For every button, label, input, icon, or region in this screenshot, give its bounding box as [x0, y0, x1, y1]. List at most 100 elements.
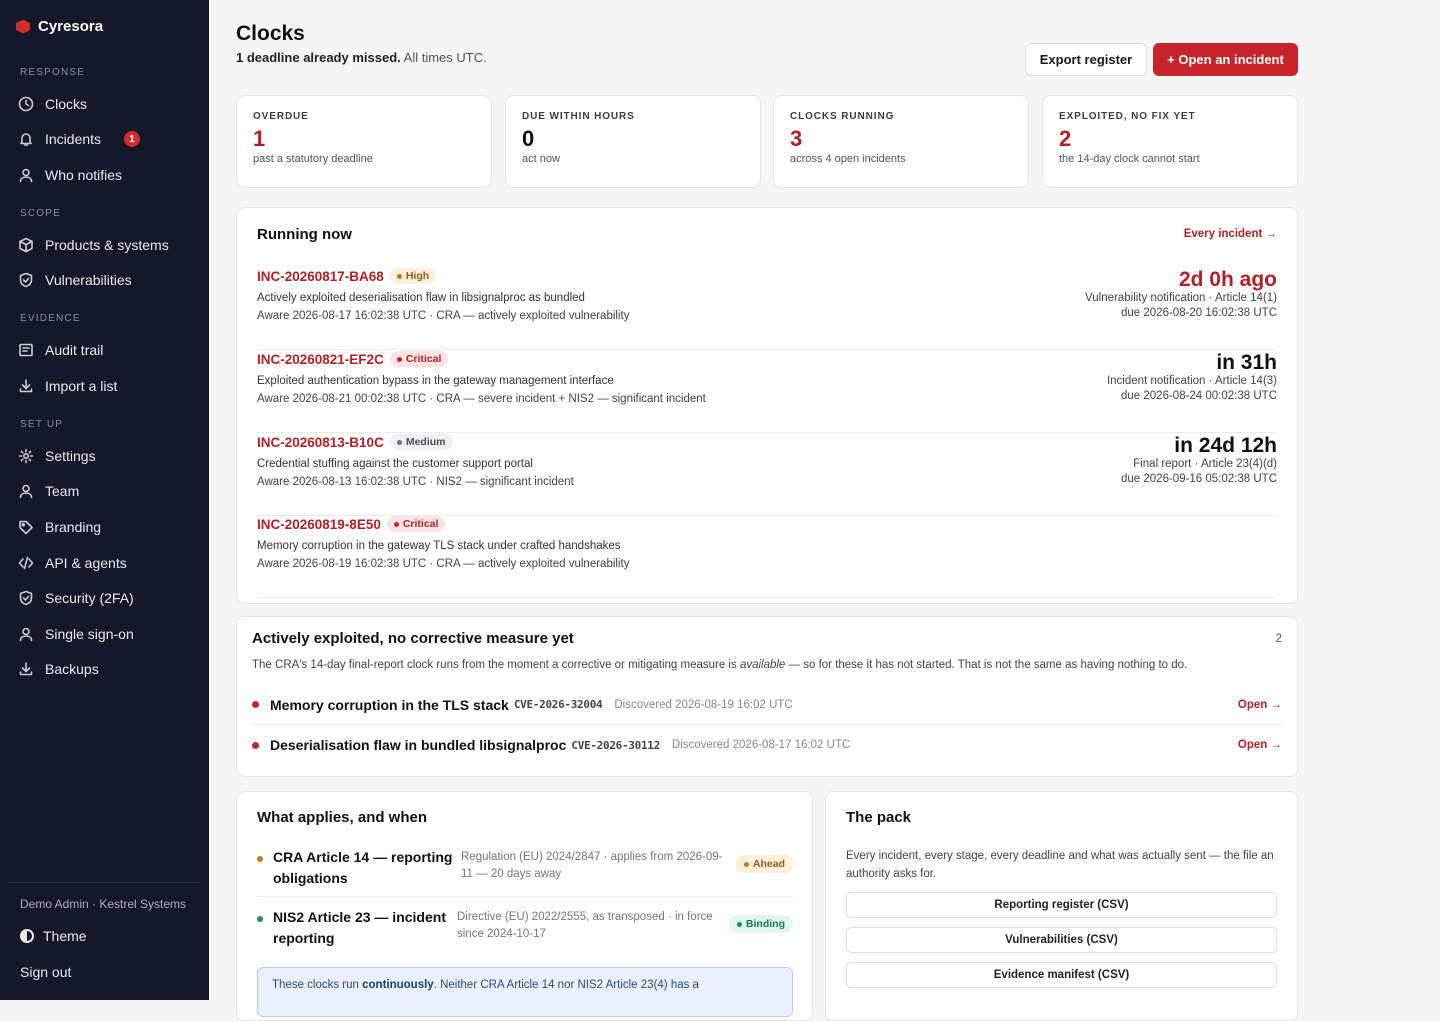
sidebar-item-security[interactable]: Security (2FA)	[18, 587, 134, 609]
shield-icon	[19, 272, 33, 288]
sidebar-item-label: Team	[45, 483, 80, 499]
regulation-row[interactable]: NIS2 Article 23 — incident reporting Dir…	[257, 907, 793, 957]
every-incident-link[interactable]: Every incident →	[1184, 228, 1277, 240]
incident-meta: Aware 2026-08-13 16:02:38 UTC · NIS2 — s…	[257, 476, 574, 488]
continuous-clocks-info: These clocks run continuously. Neither C…	[257, 967, 793, 1017]
sidebar-item-vulnerabilities[interactable]: Vulnerabilities	[18, 269, 132, 291]
sidebar-item-incidents[interactable]: Incidents 1	[18, 128, 141, 150]
severity-label: Medium	[405, 436, 446, 448]
sidebar-item-sso[interactable]: Single sign-on	[18, 623, 134, 645]
sidebar-item-label: Audit trail	[45, 342, 104, 358]
incident-description: Actively exploited deserialisation flaw …	[257, 292, 585, 304]
sidebar-item-audit-trail[interactable]: Audit trail	[18, 339, 103, 361]
sidebar-item-api[interactable]: API & agents	[18, 552, 127, 574]
sidebar-item-label: Branding	[45, 519, 102, 535]
sidebar-item-products[interactable]: Products & systems	[18, 234, 169, 256]
regulation-row[interactable]: CRA Article 14 — reporting obligations R…	[257, 847, 793, 897]
sidebar-item-label: Clocks	[45, 96, 88, 112]
sidebar-item-who-notifies[interactable]: Who notifies	[18, 164, 122, 186]
deadline-kind: Vulnerability notification · Article 14(…	[1085, 292, 1277, 304]
incident-row[interactable]: INC-20260821-EF2C Critical Exploited aut…	[257, 351, 1277, 433]
incidents-count-badge: 1	[124, 131, 141, 147]
incident-id-link[interactable]: INC-20260819-8E50	[257, 517, 381, 532]
person-icon	[19, 484, 33, 499]
open-link[interactable]: Open →	[1238, 739, 1282, 751]
sidebar-item-label: Single sign-on	[45, 626, 134, 642]
sign-out-link[interactable]: Sign out	[20, 964, 71, 980]
status-dot-icon	[252, 741, 259, 749]
theme-label: Theme	[43, 928, 87, 944]
note-text: — so for these it has not started. That …	[785, 659, 1188, 671]
exploited-item[interactable]: Memory corruption in the TLS stack CVE-2…	[252, 685, 1282, 725]
pack-title: The pack	[846, 809, 912, 826]
exploited-item[interactable]: Deserialisation flaw in bundled libsigna…	[252, 725, 1282, 765]
sidebar-item-settings[interactable]: Settings	[18, 445, 96, 467]
deadline-due: due 2026-08-20 16:02:38 UTC	[1121, 307, 1277, 319]
incident-id-link[interactable]: INC-20260813-B10C	[257, 435, 384, 450]
applies-panel: What applies, and when CRA Article 14 — …	[236, 791, 813, 1021]
open-link[interactable]: Open →	[1238, 699, 1282, 711]
severity-badge: Medium	[389, 434, 453, 450]
incident-meta: Aware 2026-08-17 16:02:38 UTC · CRA — ac…	[257, 310, 630, 322]
sidebar-item-backups[interactable]: Backups	[18, 658, 99, 680]
sidebar-item-import[interactable]: Import a list	[18, 375, 117, 397]
severity-badge: Critical	[389, 351, 449, 367]
sidebar-item-label: Security (2FA)	[45, 590, 134, 606]
incident-meta: Aware 2026-08-21 00:02:38 UTC · CRA — se…	[257, 393, 706, 405]
pack-panel: The pack Every incident, every stage, ev…	[825, 791, 1298, 1021]
deadline-kind: Incident notification · Article 14(3)	[1106, 375, 1277, 387]
person-icon	[19, 168, 33, 183]
sidebar-item-label: Products & systems	[45, 237, 169, 253]
export-register-button[interactable]: Export register	[1025, 43, 1147, 76]
sidebar-item-label: API & agents	[45, 555, 127, 571]
exploited-title: Actively exploited, no corrective measur…	[252, 630, 574, 647]
info-text: These clocks run	[272, 979, 363, 991]
stat-label: CLOCKS RUNNING	[790, 111, 895, 122]
incident-row[interactable]: INC-20260817-BA68 High Actively exploite…	[257, 268, 1277, 350]
list-icon	[19, 343, 33, 357]
stat-value: 0	[522, 126, 535, 151]
running-now-title: Running now	[257, 226, 352, 243]
incident-id-link[interactable]: INC-20260821-EF2C	[257, 352, 384, 367]
discovered-date: Discovered 2026-08-19 16:02 UTC	[614, 698, 793, 711]
info-emphasis: continuously	[362, 979, 434, 991]
badge-dot-icon	[743, 861, 749, 867]
discovered-date: Discovered 2026-08-17 16:02 UTC	[671, 739, 851, 751]
incident-row[interactable]: INC-20260813-B10C Medium Credential stuf…	[257, 434, 1277, 516]
severity-dot-icon	[396, 273, 402, 279]
vulnerabilities-csv-button[interactable]: Vulnerabilities (CSV)	[846, 927, 1277, 953]
sidebar: Cyresora RESPONSE Clocks Incidents 1 Who…	[0, 0, 209, 1000]
box-icon	[19, 237, 33, 253]
incident-deadline: 2d 0h ago Vulnerability notification · A…	[1085, 268, 1277, 319]
regulation-status-badge: Binding	[728, 915, 793, 933]
incident-id-link[interactable]: INC-20260817-BA68	[257, 269, 384, 284]
stat-card-clocks-running: CLOCKS RUNNING 3 across 4 open incidents	[773, 95, 1029, 188]
regulation-detail: Regulation (EU) 2024/2847 · applies from…	[461, 851, 723, 880]
bell-icon	[20, 133, 32, 146]
incident-row[interactable]: INC-20260819-8E50 Critical Memory corrup…	[257, 516, 1277, 598]
vulnerability-title: Memory corruption in the TLS stack	[270, 696, 509, 713]
open-incident-button[interactable]: + Open an incident	[1153, 43, 1298, 76]
sidebar-item-branding[interactable]: Branding	[18, 516, 101, 538]
stat-card-overdue: OVERDUE 1 past a statutory deadline	[236, 95, 492, 188]
reporting-register-csv-button[interactable]: Reporting register (CSV)	[846, 892, 1277, 918]
sidebar-divider	[8, 882, 200, 883]
evidence-manifest-csv-button[interactable]: Evidence manifest (CSV)	[846, 962, 1277, 988]
incident-id-line: INC-20260813-B10C Medium	[257, 434, 453, 450]
severity-label: High	[405, 270, 430, 282]
sidebar-item-label: Import a list	[45, 378, 118, 394]
regulation-detail: Directive (EU) 2022/2555, as transposed …	[457, 911, 713, 940]
nav-section-scope: SCOPE	[20, 208, 62, 219]
deadline-countdown: in 24d 12h	[1174, 434, 1277, 457]
sidebar-item-label: Vulnerabilities	[45, 272, 132, 288]
current-user: Demo Admin · Kestrel Systems	[20, 897, 187, 911]
brand[interactable]: Cyresora	[16, 18, 103, 35]
gear-icon	[18, 448, 34, 464]
sidebar-item-label: Who notifies	[45, 167, 123, 183]
sidebar-item-clocks[interactable]: Clocks	[18, 93, 87, 115]
theme-toggle[interactable]: Theme	[20, 928, 87, 944]
regulation-name: NIS2 Article 23 — incident reporting	[273, 909, 446, 946]
cve-id: CVE-2026-32004	[513, 698, 603, 711]
sidebar-item-team[interactable]: Team	[18, 480, 79, 502]
status-dot-icon	[257, 916, 263, 922]
